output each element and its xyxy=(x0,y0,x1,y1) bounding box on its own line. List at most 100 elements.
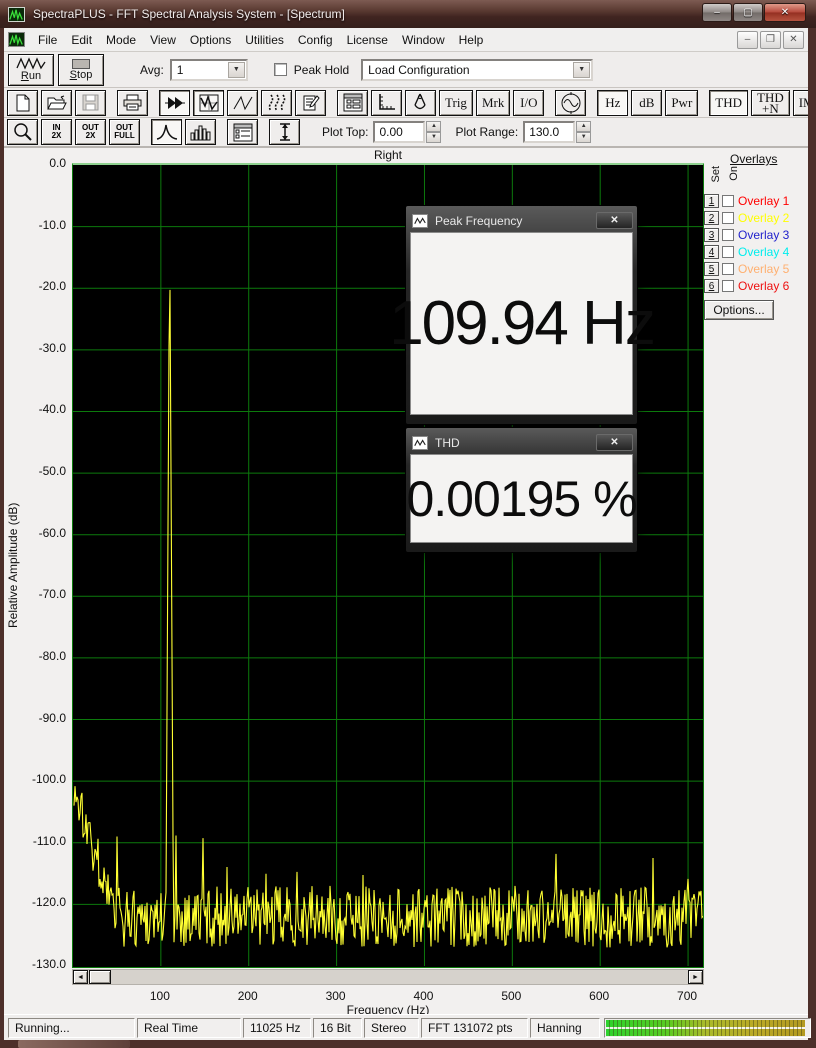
thd-window[interactable]: THD ✕ 0.00195 % xyxy=(405,427,638,553)
y-tick: -70.0 xyxy=(38,587,66,602)
thdn-button[interactable]: THD +N xyxy=(751,89,790,116)
close-icon[interactable]: ✕ xyxy=(596,434,633,451)
maximize-icon[interactable]: ▢ xyxy=(733,3,763,22)
io-button[interactable]: I/O xyxy=(513,89,545,116)
sine-icon xyxy=(16,57,46,70)
x-tick: 400 xyxy=(413,989,434,1003)
mdi-restore-icon[interactable]: ❐ xyxy=(760,31,781,49)
db-button[interactable]: dB xyxy=(631,89,663,116)
ruler-icon[interactable] xyxy=(371,89,402,116)
peak-frequency-titlebar[interactable]: Peak Frequency ✕ xyxy=(410,209,633,232)
y-tick: -100.0 xyxy=(31,772,66,787)
overlay-set-button-1[interactable]: 1 xyxy=(704,194,719,208)
spin-up-icon[interactable]: ▲ xyxy=(426,121,442,132)
scroll-left-icon[interactable]: ◄ xyxy=(73,970,88,984)
hz-button[interactable]: Hz xyxy=(597,89,629,116)
overlay-set-button-2[interactable]: 2 xyxy=(704,211,719,225)
save-icon[interactable] xyxy=(75,89,106,116)
document-icon[interactable] xyxy=(8,32,25,47)
scroll-right-icon[interactable]: ► xyxy=(688,970,703,984)
menu-item-view[interactable]: View xyxy=(143,30,183,50)
avg-select[interactable]: 1 ▼ xyxy=(169,58,248,81)
overlay-on-checkbox-5[interactable] xyxy=(722,263,734,275)
spin-down-icon[interactable]: ▼ xyxy=(426,132,442,143)
plot-h-scrollbar[interactable]: ◄ ► xyxy=(72,969,704,985)
overlay-on-checkbox-6[interactable] xyxy=(722,280,734,292)
spectrogram-icon[interactable] xyxy=(261,89,292,116)
zoom-icon[interactable] xyxy=(7,119,38,145)
plot-range-stepper[interactable]: ▲ ▼ xyxy=(576,121,592,143)
trig-button[interactable]: Trig xyxy=(439,89,473,116)
overlay-on-checkbox-3[interactable] xyxy=(722,229,734,241)
peak-hold-checkbox[interactable] xyxy=(273,63,287,76)
overlay-set-button-5[interactable]: 5 xyxy=(704,262,719,276)
close-icon[interactable]: ✕ xyxy=(596,212,633,229)
overlay-set-button-6[interactable]: 6 xyxy=(704,279,719,293)
plot-options-icon[interactable] xyxy=(227,119,258,145)
bar-graph-icon[interactable] xyxy=(185,119,216,145)
pwr-button[interactable]: Pwr xyxy=(665,89,699,116)
overlays-title: Overlays xyxy=(730,152,778,166)
scrollbar-thumb[interactable] xyxy=(89,970,111,984)
peak-curve-icon[interactable] xyxy=(151,119,182,145)
overlay-label-5: Overlay 5 xyxy=(738,262,790,276)
y-tick: -90.0 xyxy=(38,710,66,725)
zoom-in-2x-icon[interactable]: IN 2X xyxy=(41,119,72,145)
x-tick: 700 xyxy=(677,989,698,1003)
peak-frequency-readout: 109.94 Hz xyxy=(389,232,656,415)
status-item-4: Stereo xyxy=(364,1017,419,1038)
thd-titlebar[interactable]: THD ✕ xyxy=(410,431,633,454)
menu-item-help[interactable]: Help xyxy=(452,30,491,50)
overlay-set-button-4[interactable]: 4 xyxy=(704,245,719,259)
spin-up-icon[interactable]: ▲ xyxy=(576,121,592,132)
waveform-icon[interactable] xyxy=(227,89,258,116)
chevron-down-icon[interactable]: ▼ xyxy=(227,61,245,78)
open-folder-icon[interactable] xyxy=(41,89,72,116)
menu-item-utilities[interactable]: Utilities xyxy=(238,30,291,50)
generator-icon[interactable] xyxy=(555,89,587,116)
spectrum-chart-icon[interactable] xyxy=(193,89,224,116)
display-settings-icon[interactable] xyxy=(337,89,368,116)
print-icon[interactable] xyxy=(117,89,148,116)
mdi-close-icon[interactable]: ✕ xyxy=(783,31,804,49)
menu-item-license[interactable]: License xyxy=(340,30,395,50)
overlay-set-button-3[interactable]: 3 xyxy=(704,228,719,242)
fast-forward-icon[interactable] xyxy=(159,89,190,116)
zoom-out-2x-icon[interactable]: OUT 2X xyxy=(75,119,106,145)
run-button[interactable]: Run xyxy=(8,53,54,86)
new-document-icon[interactable] xyxy=(7,89,38,116)
close-icon[interactable]: ✕ xyxy=(764,3,806,22)
resize-handle[interactable] xyxy=(18,1040,130,1048)
stop-button[interactable]: Stop xyxy=(58,53,104,86)
overlay-on-checkbox-1[interactable] xyxy=(722,195,734,207)
window-title: SpectraPLUS - FFT Spectral Analysis Syst… xyxy=(33,7,345,21)
menu-item-options[interactable]: Options xyxy=(183,30,238,50)
overlay-on-checkbox-4[interactable] xyxy=(722,246,734,258)
notes-icon[interactable] xyxy=(295,89,326,116)
menu-item-config[interactable]: Config xyxy=(291,30,340,50)
menu-item-mode[interactable]: Mode xyxy=(99,30,143,50)
plot-top-input[interactable]: 0.00 xyxy=(373,121,426,143)
overlay-row: 3 Overlay 3 xyxy=(704,227,808,243)
stop-label: Stop xyxy=(69,68,93,81)
vertical-scale-icon[interactable] xyxy=(269,119,300,145)
menu-item-edit[interactable]: Edit xyxy=(64,30,99,50)
mdi-minimize-icon[interactable]: – xyxy=(737,31,758,49)
menu-item-file[interactable]: File xyxy=(31,30,64,50)
overlays-options-button[interactable]: Options... xyxy=(704,300,774,320)
plot-range-input[interactable]: 130.0 xyxy=(523,121,576,143)
spin-down-icon[interactable]: ▼ xyxy=(576,132,592,143)
overlay-on-checkbox-2[interactable] xyxy=(722,212,734,224)
peak-frequency-window[interactable]: Peak Frequency ✕ 109.94 Hz xyxy=(389,205,656,425)
mrk-button[interactable]: Mrk xyxy=(475,89,511,116)
imd-button[interactable]: IMD xyxy=(792,89,808,116)
menu-item-window[interactable]: Window xyxy=(395,30,452,50)
zoom-out-full-icon[interactable]: OUT FULL xyxy=(109,119,140,145)
plot-top-stepper[interactable]: ▲ ▼ xyxy=(426,121,442,143)
load-configuration-select[interactable]: Load Configuration ▼ xyxy=(361,58,594,81)
minimize-icon[interactable]: – xyxy=(702,3,732,22)
stop-icon xyxy=(72,58,90,69)
thd-button[interactable]: THD xyxy=(709,89,748,116)
calipers-icon[interactable] xyxy=(405,89,436,116)
chevron-down-icon[interactable]: ▼ xyxy=(573,61,591,78)
